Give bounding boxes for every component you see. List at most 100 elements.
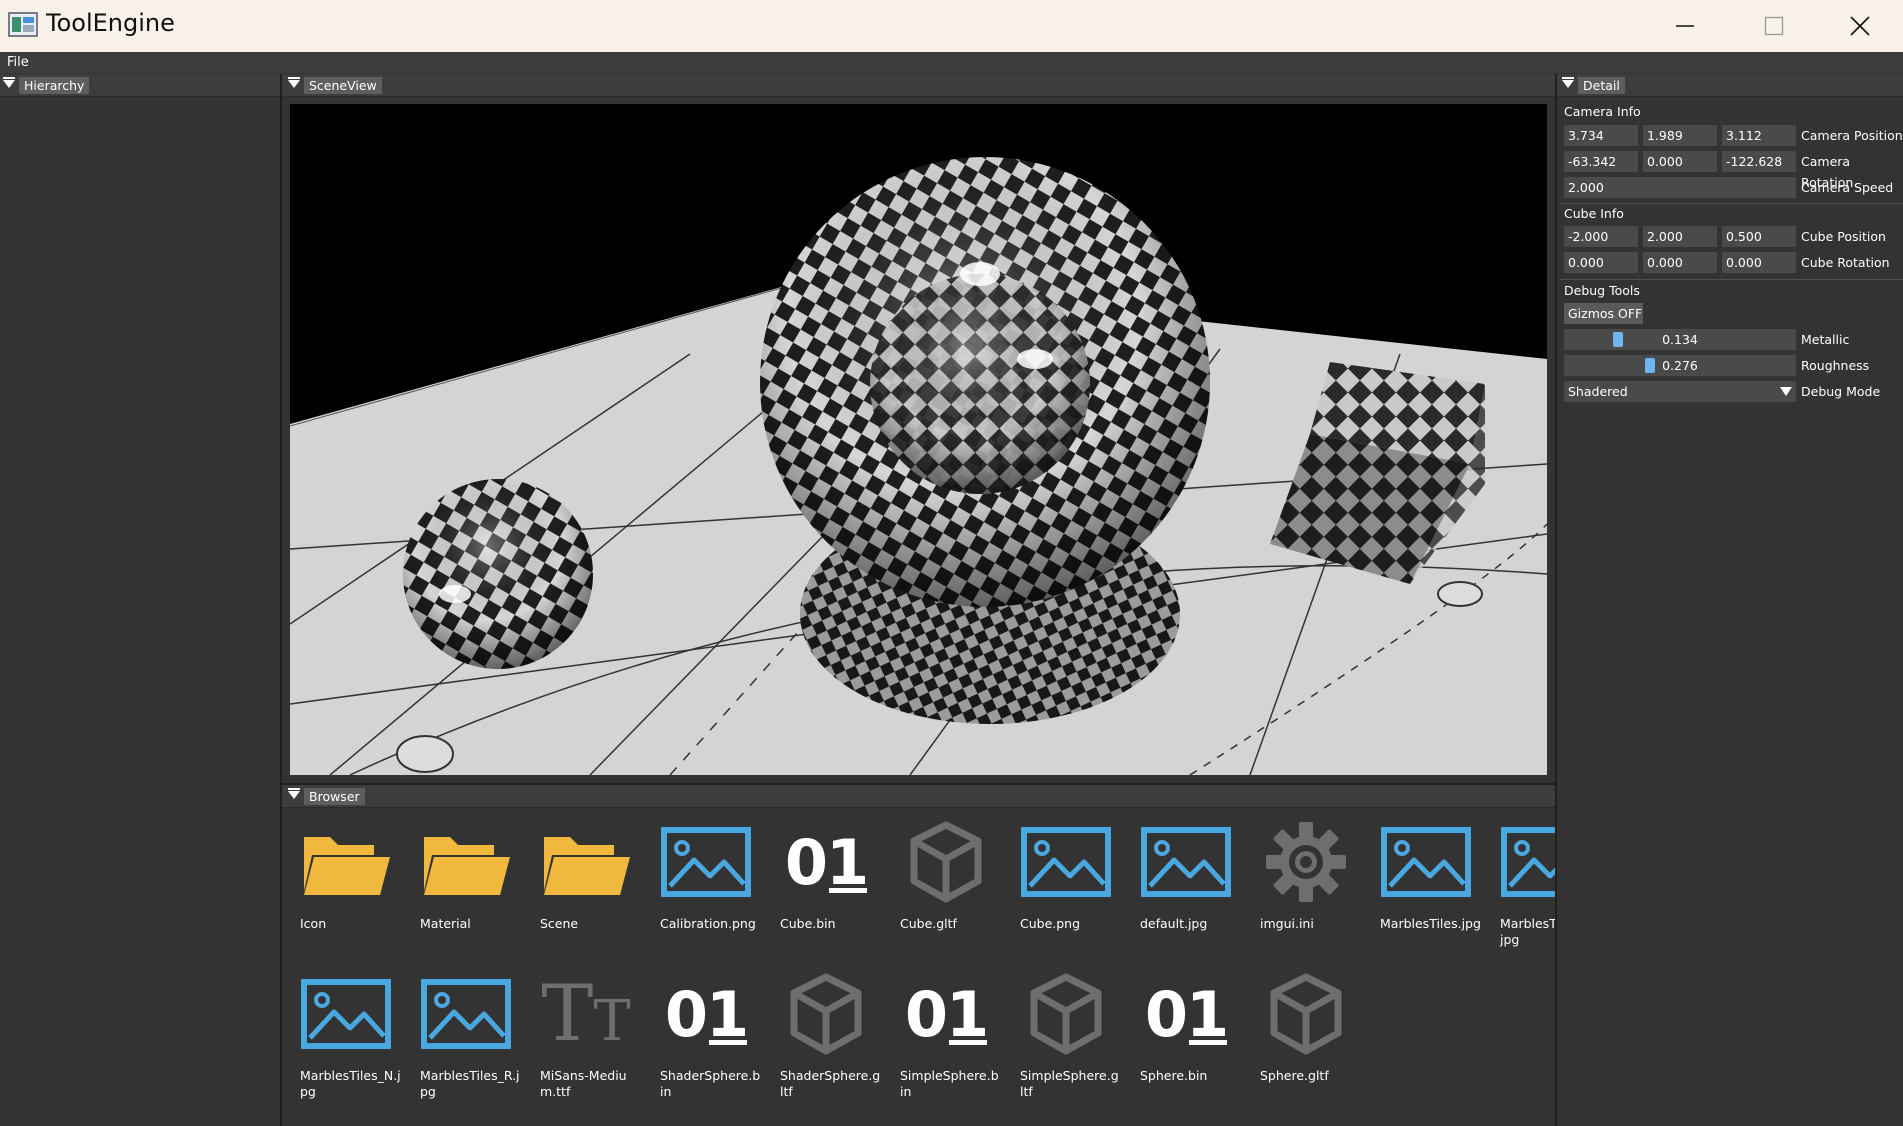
- roughness-label: Roughness: [1801, 358, 1870, 373]
- binary-icon: 01: [1144, 977, 1229, 1051]
- title-bar: ToolEngine: [0, 0, 1903, 52]
- browser-item[interactable]: TT MiSans-Medium.ttf: [530, 964, 642, 1104]
- browser-item-label: imgui.ini: [1260, 916, 1314, 931]
- folder-icon: [410, 812, 522, 912]
- browser-item-label: Calibration.png: [660, 916, 756, 931]
- separator: [1560, 203, 1903, 204]
- debug-mode-value: Shadered: [1568, 384, 1628, 399]
- browser-item[interactable]: default.jpg: [1130, 812, 1242, 952]
- font-icon: TT: [541, 969, 631, 1059]
- browser-panel: Icon Material Scene Calibration.png 01 Cube.b…: [282, 808, 1599, 1126]
- cube-icon: [890, 812, 1002, 912]
- browser-item-label: Cube.gltf: [900, 916, 957, 931]
- cube-info-heading: Cube Info: [1564, 206, 1624, 221]
- metallic-label: Metallic: [1801, 332, 1850, 347]
- browser-item-label: MiSans-Medium.ttf: [540, 1068, 627, 1099]
- tab-hierarchy[interactable]: Hierarchy: [19, 77, 90, 94]
- chevron-down-icon: [1780, 387, 1792, 396]
- camera-speed-field[interactable]: 2.000: [1564, 177, 1796, 198]
- browser-item[interactable]: 01 ShaderSphere.bin: [650, 964, 762, 1104]
- camera-info-heading: Camera Info: [1564, 104, 1641, 119]
- cube-position-y[interactable]: 2.000: [1643, 226, 1717, 247]
- hierarchy-header: Hierarchy: [0, 74, 280, 97]
- ground-marker: [1437, 581, 1483, 607]
- gear-icon: [1250, 812, 1362, 912]
- cube-rotation-label: Cube Rotation: [1801, 255, 1890, 270]
- menu-bar: File: [0, 52, 1903, 73]
- camera-position-label: Camera Position: [1801, 128, 1903, 143]
- browser-item[interactable]: 01 Sphere.bin: [1130, 964, 1242, 1104]
- browser-item[interactable]: 01 SimpleSphere.bin: [890, 964, 1002, 1104]
- cube-icon: [1010, 964, 1122, 1064]
- camera-rotation-y[interactable]: 0.000: [1643, 151, 1717, 172]
- app-icon: [8, 12, 38, 37]
- camera-position-y[interactable]: 1.989: [1643, 125, 1717, 146]
- browser-item[interactable]: 01 Cube.bin: [770, 812, 882, 952]
- minimize-icon: [1676, 25, 1694, 27]
- debug-mode-select[interactable]: Shadered: [1564, 381, 1796, 402]
- binary-icon: 01: [904, 977, 989, 1051]
- close-button[interactable]: [1817, 0, 1903, 52]
- collapse-arrow-icon[interactable]: [3, 77, 15, 88]
- browser-item[interactable]: Sphere.gltf: [1250, 964, 1362, 1104]
- browser-item-label: ShaderSphere.gltf: [780, 1068, 881, 1099]
- metallic-slider[interactable]: 0.134: [1564, 329, 1796, 350]
- browser-item-label: SimpleSphere.bin: [900, 1068, 999, 1099]
- browser-item[interactable]: Material: [410, 812, 522, 952]
- scene-viewport[interactable]: [290, 104, 1547, 775]
- browser-item[interactable]: Scene: [530, 812, 642, 952]
- cube-position-label: Cube Position: [1801, 229, 1886, 244]
- binary-icon: 01: [664, 977, 749, 1051]
- tab-sceneview[interactable]: SceneView: [304, 77, 382, 94]
- camera-rotation-x[interactable]: -63.342: [1564, 151, 1638, 172]
- maximize-icon: [1764, 16, 1784, 36]
- binary-icon: 01: [784, 825, 869, 899]
- camera-speed-label: Camera Speed: [1801, 180, 1894, 195]
- browser-item[interactable]: Cube.gltf: [890, 812, 1002, 952]
- cube-position-z[interactable]: 0.500: [1722, 226, 1796, 247]
- window-title: ToolEngine: [46, 9, 175, 37]
- image-icon: [290, 964, 402, 1064]
- cube-rotation-y[interactable]: 0.000: [1643, 252, 1717, 273]
- browser-item[interactable]: MarblesTiles.jpg: [1370, 812, 1482, 952]
- browser-item[interactable]: Cube.png: [1010, 812, 1122, 952]
- browser-item[interactable]: Calibration.png: [650, 812, 762, 952]
- browser-item-label: default.jpg: [1140, 916, 1208, 931]
- cube-rotation-z[interactable]: 0.000: [1722, 252, 1796, 273]
- sceneview-header: SceneView: [282, 74, 1555, 97]
- cube-rotation-x[interactable]: 0.000: [1564, 252, 1638, 273]
- metallic-value: 0.134: [1662, 332, 1698, 347]
- browser-item[interactable]: ShaderSphere.gltf: [770, 964, 882, 1104]
- separator: [1560, 279, 1903, 280]
- browser-item[interactable]: imgui.ini: [1250, 812, 1362, 952]
- camera-position-x[interactable]: 3.734: [1564, 125, 1638, 146]
- collapse-arrow-icon[interactable]: [1562, 77, 1574, 88]
- image-icon: [410, 964, 522, 1064]
- camera-rotation-z[interactable]: -122.628: [1722, 151, 1796, 172]
- debug-mode-label: Debug Mode: [1801, 384, 1881, 399]
- browser-item-label: MarblesTiles.jpg: [1380, 916, 1481, 931]
- browser-item[interactable]: Icon: [290, 812, 402, 952]
- image-icon: [1010, 812, 1122, 912]
- browser-item[interactable]: MarblesTiles_R.jpg: [410, 964, 522, 1104]
- folder-icon: [290, 812, 402, 912]
- cube-position-x[interactable]: -2.000: [1564, 226, 1638, 247]
- image-icon: [1370, 812, 1482, 912]
- minimize-button[interactable]: [1642, 0, 1728, 52]
- camera-position-z[interactable]: 3.112: [1722, 125, 1796, 146]
- menu-file[interactable]: File: [7, 55, 29, 70]
- browser-item-label: Cube.png: [1020, 916, 1081, 931]
- cube-icon: [770, 964, 882, 1064]
- detail-header: Detail: [1557, 74, 1903, 97]
- maximize-button[interactable]: [1731, 0, 1817, 52]
- gizmos-toggle-button[interactable]: Gizmos OFF: [1564, 303, 1643, 324]
- collapse-arrow-icon[interactable]: [288, 77, 300, 88]
- tab-browser[interactable]: Browser: [304, 788, 365, 805]
- collapse-arrow-icon[interactable]: [288, 788, 300, 799]
- roughness-slider[interactable]: 0.276: [1564, 355, 1796, 376]
- browser-item[interactable]: MarblesTiles_N.jpg: [290, 964, 402, 1104]
- cube-icon: [1250, 964, 1362, 1064]
- tab-detail[interactable]: Detail: [1578, 77, 1625, 94]
- browser-item[interactable]: SimpleSphere.gltf: [1010, 964, 1122, 1104]
- browser-item-label: Scene: [540, 916, 579, 931]
